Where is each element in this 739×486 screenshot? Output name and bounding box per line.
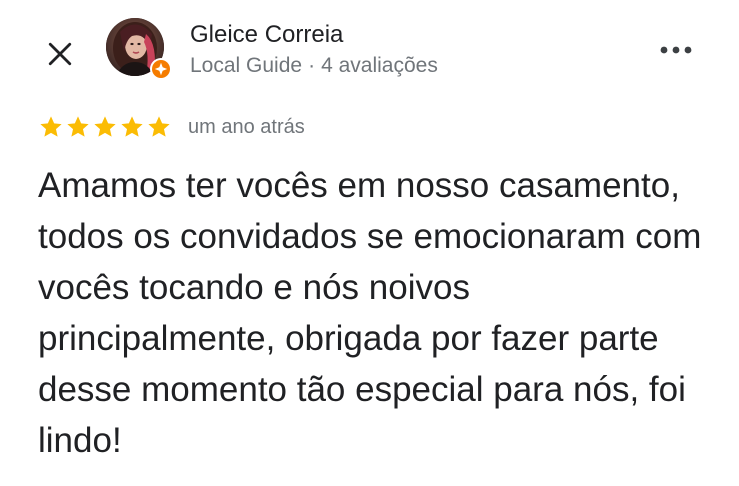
star-icon bbox=[40, 116, 62, 137]
more-options-icon bbox=[660, 46, 692, 54]
close-button[interactable] bbox=[38, 32, 82, 76]
star-icon bbox=[148, 116, 170, 137]
local-guide-label: Local Guide bbox=[190, 54, 303, 77]
close-icon bbox=[48, 42, 72, 66]
rating-row: um ano atrás bbox=[38, 112, 305, 142]
star-rating bbox=[38, 114, 172, 140]
reviews-count[interactable]: 4 avaliações bbox=[321, 54, 438, 77]
local-guide-badge bbox=[150, 58, 172, 80]
reviewer-meta: Local Guide · 4 avaliações bbox=[190, 53, 438, 79]
star-icon bbox=[121, 116, 143, 137]
reviewer-name[interactable]: Gleice Correia bbox=[190, 20, 343, 50]
more-options-button[interactable] bbox=[654, 34, 698, 66]
star-icon bbox=[94, 116, 116, 137]
review-text: Amamos ter vocês em nosso casamento, tod… bbox=[38, 166, 702, 460]
review-date: um ano atrás bbox=[188, 115, 305, 138]
meta-separator: · bbox=[308, 54, 316, 77]
reviewer-avatar-group[interactable] bbox=[106, 18, 176, 80]
star-icon bbox=[67, 116, 89, 137]
local-guide-badge-icon bbox=[152, 60, 170, 78]
